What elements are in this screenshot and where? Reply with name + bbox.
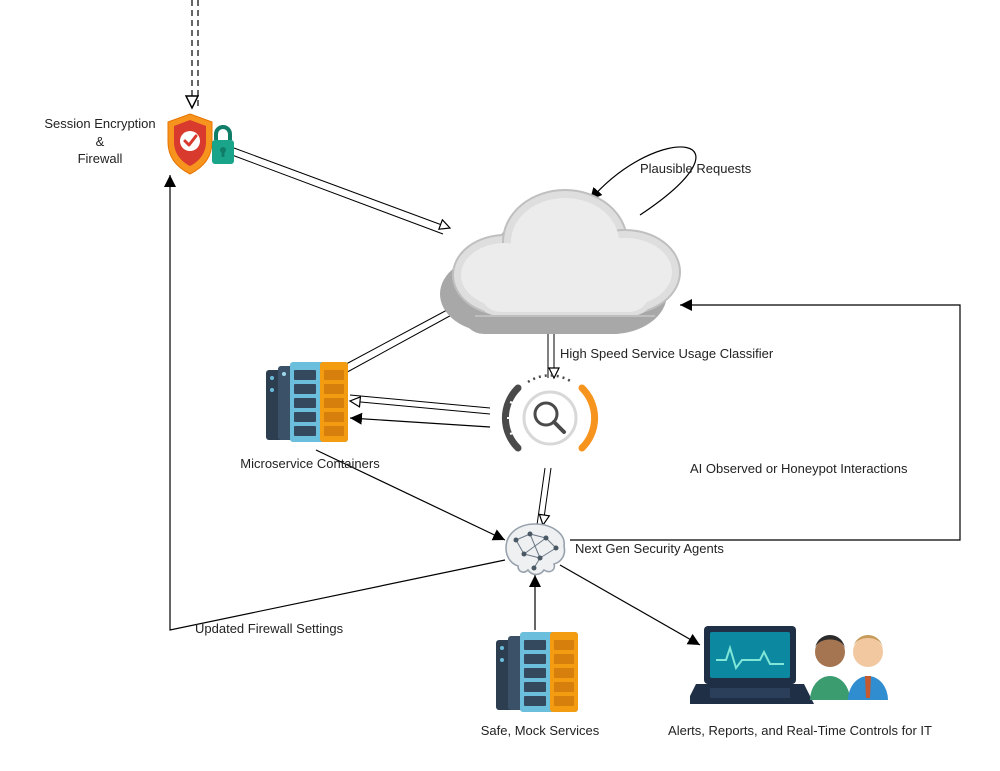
classifier-label: High Speed Service Usage Classifier: [560, 345, 820, 363]
ai-brain-label: Next Gen Security Agents: [575, 540, 775, 558]
microservices-label: Microservice Containers: [230, 455, 390, 473]
laptop-users-label: Alerts, Reports, and Real-Time Controls …: [650, 722, 950, 740]
ai-brain-icon: [500, 520, 570, 578]
firewall-update-label: Updated Firewall Settings: [195, 620, 395, 638]
classifier-icon: [490, 368, 610, 468]
laptop-users-icon: [690, 620, 890, 720]
honeypot-label: AI Observed or Honeypot Interactions: [690, 460, 970, 478]
firewall-label: Session Encryption & Firewall: [35, 115, 165, 168]
plausible-requests-label: Plausible Requests: [640, 160, 820, 178]
microservices-icon: [260, 360, 355, 450]
cloud-icon: [430, 180, 690, 340]
safe-mock-label: Safe, Mock Services: [470, 722, 610, 740]
safe-mock-services-icon: [490, 630, 585, 720]
firewall-shield-icon: [160, 108, 240, 178]
